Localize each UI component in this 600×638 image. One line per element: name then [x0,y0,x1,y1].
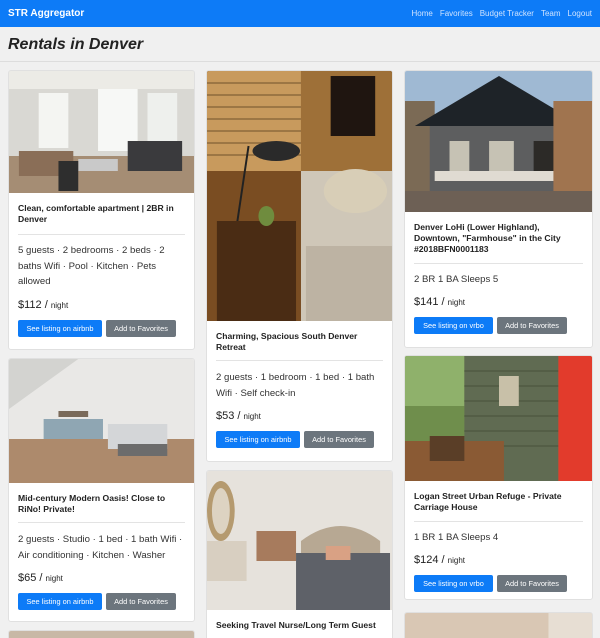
listing-amenities: 5 guests · 2 bedrooms · 2 beds · 2 baths… [18,245,165,288]
listing-title[interactable]: Seeking Travel Nurse/Long Term Guest [216,620,383,631]
listing-card: Mid-century Modern Oasis! Close to RiNo!… [8,358,195,622]
listing-card: Charming, Spacious South Denver Retreat … [206,70,393,462]
add-to-favorites-button[interactable]: Add to Favorites [497,317,567,334]
see-listing-button[interactable]: See listing on vrbo [414,317,493,334]
listing-photo[interactable] [9,71,194,193]
listing-price: $65 / night [18,572,63,584]
price-amount: $53 [216,410,235,422]
navbar: STR Aggregator Home Favorites Budget Tra… [0,0,600,27]
price-amount: $124 [414,554,439,566]
card-divider [18,234,185,235]
price-amount: $141 [414,296,439,308]
listing-title[interactable]: Charming, Spacious South Denver Retreat [216,331,383,353]
listing-card: Clean, comfortable apartment | 2BR in De… [8,70,195,350]
listing-card: Logan Street Urban Refuge - Private Carr… [404,355,593,600]
price-amount: $65 [18,572,37,584]
add-to-favorites-button[interactable]: Add to Favorites [497,575,567,592]
listing-photo[interactable] [207,71,392,321]
price-unit: night [447,298,466,307]
listing-price: $141 / night [414,296,466,308]
listing-price: $53 / night [216,410,261,422]
card-divider [18,522,185,523]
listing-price: $124 / night [414,554,466,566]
nav-home[interactable]: Home [411,9,432,18]
price-unit: night [45,574,63,583]
price-unit: night [447,556,466,565]
page-title: Rentals in Denver [8,36,144,53]
listing-card [8,630,195,638]
nav-favorites[interactable]: Favorites [440,9,473,18]
see-listing-button[interactable]: See listing on airbnb [18,320,102,337]
listing-photo[interactable] [9,359,194,483]
listing-amenities: 2 guests · 1 bedroom · 1 bed · 1 bath Wi… [216,372,375,399]
listing-amenities: 1 BR 1 BA Sleeps 4 [414,532,499,543]
brand-link[interactable]: STR Aggregator [8,8,84,19]
listing-photo[interactable] [405,71,592,212]
listing-title[interactable]: Mid-century Modern Oasis! Close to RiNo!… [18,493,185,515]
price-amount: $112 [18,299,42,311]
nav-logout[interactable]: Logout [568,9,592,18]
card-divider [414,263,583,264]
price-unit: night [243,412,261,421]
listing-card: Denver LoHi (Lower Highland), Downtown, … [404,70,593,348]
card-divider [216,360,383,361]
price-unit: night [50,301,69,310]
add-to-favorites-button[interactable]: Add to Favorites [106,593,176,610]
listing-amenities: 2 BR 1 BA Sleeps 5 [414,274,499,285]
add-to-favorites-button[interactable]: Add to Favorites [304,431,374,448]
nav-links: Home Favorites Budget Tracker Team Logou… [411,9,592,18]
listing-title[interactable]: Denver LoHi (Lower Highland), Downtown, … [414,222,583,255]
nav-budget-tracker[interactable]: Budget Tracker [480,9,534,18]
add-to-favorites-button[interactable]: Add to Favorites [106,320,176,337]
listing-photo[interactable] [405,613,592,638]
see-listing-button[interactable]: See listing on airbnb [216,431,300,448]
listing-price: $112 / night [18,299,69,311]
listing-card: Seeking Travel Nurse/Long Term Guest [206,470,393,638]
listing-photo[interactable] [405,356,592,481]
divider [0,61,600,62]
card-divider [414,521,583,522]
listing-photo[interactable] [9,631,194,638]
listing-photo[interactable] [207,471,392,610]
see-listing-button[interactable]: See listing on airbnb [18,593,102,610]
listing-amenities: 2 guests · Studio · 1 bed · 1 bath Wifi … [18,534,183,561]
listing-card [404,612,593,638]
listing-title[interactable]: Logan Street Urban Refuge - Private Carr… [414,491,583,513]
see-listing-button[interactable]: See listing on vrbo [414,575,493,592]
nav-team[interactable]: Team [541,9,561,18]
listing-title[interactable]: Clean, comfortable apartment | 2BR in De… [18,203,185,225]
